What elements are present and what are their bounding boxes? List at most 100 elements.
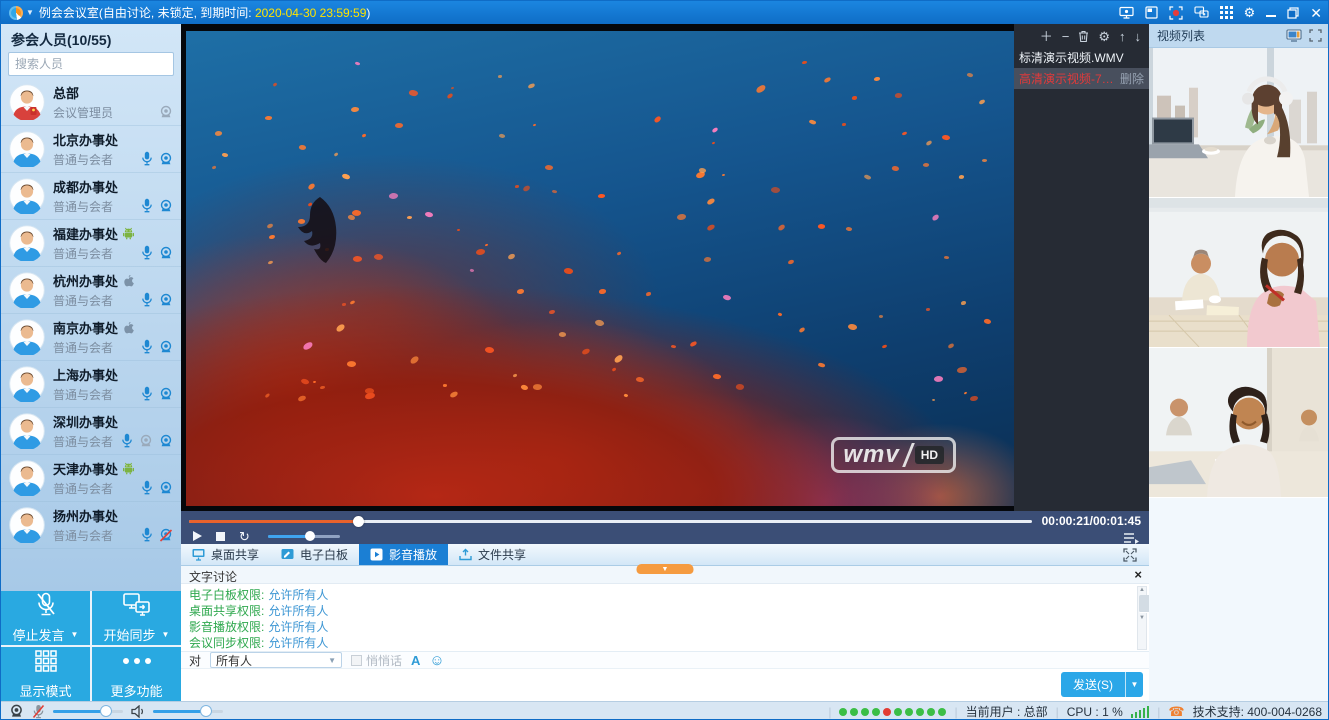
tab-file-share[interactable]: 文件共享	[448, 544, 537, 565]
playlist-move-down-icon[interactable]: ↓	[1135, 30, 1142, 43]
whisper-checkbox[interactable]: 悄悄话	[351, 652, 402, 669]
tab-media-playback[interactable]: 影音播放	[359, 544, 448, 565]
participant-role: 会议管理员	[53, 104, 113, 121]
dropdown-caret-icon[interactable]: ▼	[162, 630, 170, 639]
playlist-item[interactable]: 高清演示视频-720P.wmv 删除	[1014, 68, 1149, 89]
speaker-volume-thumb[interactable]	[200, 705, 212, 717]
mic-icon[interactable]	[141, 480, 153, 495]
tab-desktop-share[interactable]: 桌面共享	[181, 544, 270, 565]
camera-icon[interactable]	[159, 293, 173, 307]
recipient-select[interactable]: 所有人▼	[210, 652, 342, 668]
playlist-trash-icon[interactable]	[1078, 30, 1089, 43]
volume-thumb[interactable]	[305, 531, 315, 541]
chat-input-area[interactable]: 发送(S) ▼	[181, 670, 1149, 701]
start-sync-button[interactable]: 开始同步▼	[92, 591, 181, 645]
mic-icon[interactable]	[141, 245, 153, 260]
playlist-add-icon[interactable]: ＋	[1040, 30, 1053, 43]
participant-row[interactable]: 成都办事处 普通与会者	[1, 173, 181, 220]
playlist-remove-icon[interactable]: −	[1062, 30, 1070, 43]
mic-volume-thumb[interactable]	[100, 705, 112, 717]
participant-row[interactable]: 南京办事处 普通与会者	[1, 314, 181, 361]
playlist-item[interactable]: 标清演示视频.WMV	[1014, 47, 1149, 68]
video-thumbnail-3[interactable]	[1149, 348, 1329, 498]
playlist-settings-icon[interactable]: ⚙	[1098, 30, 1110, 43]
app-menu-caret-icon[interactable]: ▼	[26, 8, 34, 17]
mic-icon[interactable]	[141, 386, 153, 401]
mic-icon[interactable]	[141, 292, 153, 307]
display-mode-button[interactable]: 显示模式	[1, 647, 90, 701]
video-thumbnail-2[interactable]	[1149, 198, 1329, 348]
display-mode-icon[interactable]	[1220, 6, 1233, 19]
settings-gear-icon[interactable]: ⚙	[1244, 6, 1256, 19]
camera-icon[interactable]	[159, 387, 173, 401]
camera-icon[interactable]	[159, 434, 173, 448]
speaker-volume-slider[interactable]	[153, 710, 223, 713]
local-mic-muted-icon[interactable]	[32, 704, 45, 719]
send-options-caret[interactable]: ▼	[1125, 672, 1143, 697]
mic-icon[interactable]	[121, 433, 133, 448]
expand-panel-icon[interactable]	[1123, 548, 1137, 562]
window-mode-icon[interactable]	[1145, 6, 1158, 19]
search-input[interactable]	[9, 57, 176, 71]
emoji-icon[interactable]: ☺	[429, 653, 444, 668]
participant-info: 北京办事处 普通与会者	[53, 130, 118, 168]
speaker-icon[interactable]	[131, 705, 145, 718]
video-window-icon[interactable]	[1286, 29, 1302, 42]
participant-info: 福建办事处 普通与会者	[53, 224, 135, 262]
chat-scrollbar[interactable]: ▲▼	[1137, 586, 1147, 650]
mic-volume-slider[interactable]	[53, 710, 123, 713]
dropdown-caret-icon[interactable]: ▼	[71, 630, 79, 639]
avatar	[9, 507, 45, 543]
restore-icon[interactable]	[1287, 7, 1299, 19]
participant-row[interactable]: 天津办事处 普通与会者	[1, 455, 181, 502]
mic-icon[interactable]	[141, 151, 153, 166]
fullscreen-icon[interactable]	[1309, 29, 1322, 42]
record-icon[interactable]	[1169, 6, 1183, 20]
stop-button[interactable]	[216, 532, 225, 541]
participant-row[interactable]: 扬州办事处 普通与会者	[1, 502, 181, 549]
loop-button[interactable]: ↻	[239, 530, 250, 543]
font-style-icon[interactable]: A	[411, 653, 420, 668]
volume-slider[interactable]	[268, 535, 340, 538]
camera-icon[interactable]	[159, 246, 173, 260]
playlist-toggle-icon[interactable]	[1123, 532, 1139, 544]
playlist-delete-link[interactable]: 删除	[1120, 70, 1144, 87]
playlist-move-up-icon[interactable]: ↑	[1119, 30, 1126, 43]
local-camera-icon[interactable]	[9, 704, 24, 719]
camera-gray-icon[interactable]	[159, 105, 173, 119]
more-functions-button[interactable]: 更多功能	[92, 647, 181, 701]
mic-icon[interactable]	[141, 198, 153, 213]
app-logo[interactable]	[9, 6, 23, 20]
camera-icon[interactable]	[159, 528, 173, 542]
chat-collapse-handle[interactable]: ▼	[637, 564, 694, 574]
camera-icon[interactable]	[159, 152, 173, 166]
participant-row[interactable]: 北京办事处 普通与会者	[1, 126, 181, 173]
camera-gray-icon[interactable]	[139, 434, 153, 448]
participant-row[interactable]: 杭州办事处 普通与会者	[1, 267, 181, 314]
mic-icon[interactable]	[141, 527, 153, 542]
video-thumbnail-1[interactable]	[1149, 48, 1329, 198]
participant-row[interactable]: 总部 会议管理员	[1, 79, 181, 126]
seek-thumb[interactable]	[353, 516, 364, 527]
participant-row[interactable]: 福建办事处 普通与会者	[1, 220, 181, 267]
seek-bar[interactable]	[189, 520, 1032, 523]
participant-search[interactable]	[8, 52, 174, 76]
checkbox-icon[interactable]	[351, 655, 362, 666]
camera-icon[interactable]	[159, 340, 173, 354]
tab-whiteboard[interactable]: 电子白板	[270, 544, 359, 565]
chat-close-icon[interactable]: ×	[1134, 567, 1142, 582]
video-canvas[interactable]: wmv HD	[186, 31, 1014, 506]
send-button[interactable]: 发送(S)	[1061, 672, 1125, 697]
camera-icon[interactable]	[159, 199, 173, 213]
minimize-icon[interactable]	[1266, 15, 1276, 17]
participant-row[interactable]: 上海办事处 普通与会者	[1, 361, 181, 408]
stop-speaking-button[interactable]: 停止发言▼	[1, 591, 90, 645]
participant-row[interactable]: 深圳办事处 普通与会者	[1, 408, 181, 455]
camera-icon[interactable]	[159, 481, 173, 495]
play-button[interactable]	[193, 531, 202, 541]
close-icon[interactable]: ✕	[1310, 6, 1322, 20]
screen-share-icon[interactable]	[1119, 6, 1134, 19]
participant-device-icons	[141, 527, 173, 542]
mic-icon[interactable]	[141, 339, 153, 354]
network-share-icon[interactable]	[1194, 6, 1209, 19]
